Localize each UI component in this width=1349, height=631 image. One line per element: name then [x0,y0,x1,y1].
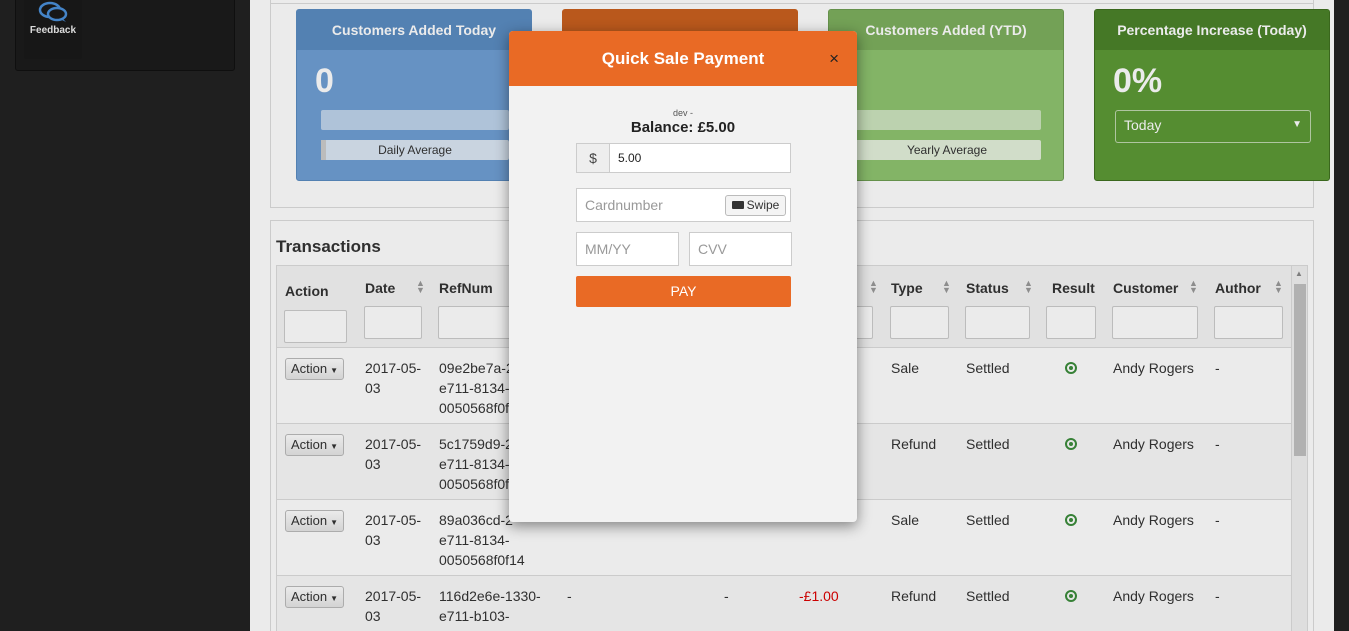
card-input-group: Swipe [576,188,791,222]
modal-header: Quick Sale Payment × [509,31,857,86]
pay-button[interactable]: PAY [576,276,791,307]
modal-title: Quick Sale Payment [601,49,765,68]
credit-card-icon [731,200,744,209]
amount-input[interactable] [610,144,790,172]
balance-label: Balance: £5.00 [630,119,736,136]
swipe-label: Swipe [746,198,780,212]
cvv-input[interactable] [689,232,792,266]
close-icon[interactable]: × [829,31,839,86]
amount-input-group: $ [576,143,791,173]
currency-addon: $ [577,144,610,172]
quick-sale-modal: Quick Sale Payment × dev - Balance: £5.0… [509,31,857,522]
card-number-input[interactable] [577,189,722,221]
swipe-button[interactable]: Swipe [725,195,786,216]
dev-label: dev - [672,108,693,118]
expiry-input[interactable] [576,232,679,266]
